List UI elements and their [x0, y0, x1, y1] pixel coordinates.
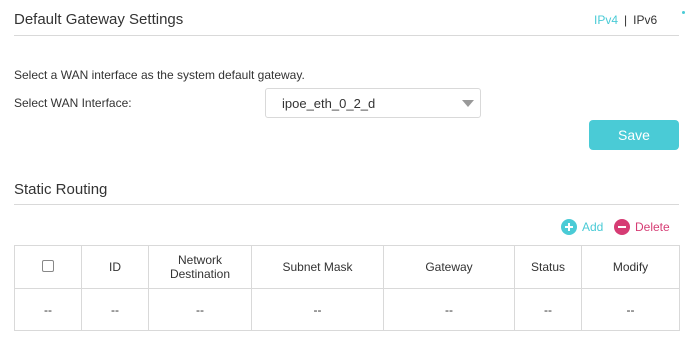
cell-modify: --	[581, 288, 680, 331]
column-header-id: ID	[81, 245, 149, 289]
cell-gateway: --	[383, 288, 515, 331]
cell-subnet-mask: --	[251, 288, 384, 331]
cell-network-destination: --	[148, 288, 252, 331]
select-all-cell	[14, 245, 82, 289]
column-header-network-line1: Network	[177, 253, 222, 267]
static-routing-title: Static Routing	[14, 181, 108, 198]
table-row: -- -- -- -- -- -- --	[14, 288, 680, 331]
column-header-status: Status	[514, 245, 582, 289]
default-gateway-title: Default Gateway Settings	[14, 11, 184, 28]
column-header-modify: Modify	[581, 245, 680, 289]
ip-version-toggle: IPv4 | IPv6	[594, 13, 657, 27]
default-gateway-divider	[14, 35, 679, 36]
cell-id: --	[81, 288, 149, 331]
delete-label: Delete	[635, 220, 670, 234]
edge-indicator-dot	[682, 11, 685, 14]
static-routing-divider	[14, 204, 679, 205]
add-button[interactable]: Add	[561, 219, 603, 235]
plus-circle-icon	[561, 219, 577, 235]
table-header-row: ID Network Destination Subnet Mask Gatew…	[14, 245, 680, 289]
column-header-subnet-mask: Subnet Mask	[251, 245, 384, 289]
delete-button[interactable]: Delete	[614, 219, 670, 235]
save-button[interactable]: Save	[589, 120, 679, 150]
column-header-gateway: Gateway	[383, 245, 515, 289]
default-gateway-description: Select a WAN interface as the system def…	[14, 68, 305, 82]
wan-interface-label: Select WAN Interface:	[14, 96, 132, 110]
minus-circle-icon	[614, 219, 630, 235]
ip-separator: |	[624, 13, 628, 27]
static-routes-table: ID Network Destination Subnet Mask Gatew…	[14, 245, 680, 331]
cell-status: --	[514, 288, 582, 331]
wan-interface-value: ipoe_eth_0_2_d	[282, 95, 376, 111]
column-header-network-destination: Network Destination	[148, 245, 252, 289]
add-label: Add	[582, 220, 604, 234]
triangle-down-icon	[462, 100, 474, 107]
ipv6-link[interactable]: IPv6	[633, 13, 657, 27]
ipv4-link[interactable]: IPv4	[594, 13, 618, 27]
wan-interface-select[interactable]: ipoe_eth_0_2_d	[265, 88, 481, 118]
column-header-network-line2: Destination	[169, 267, 231, 281]
cell-checkbox: --	[14, 288, 82, 331]
select-all-checkbox[interactable]	[42, 259, 54, 272]
